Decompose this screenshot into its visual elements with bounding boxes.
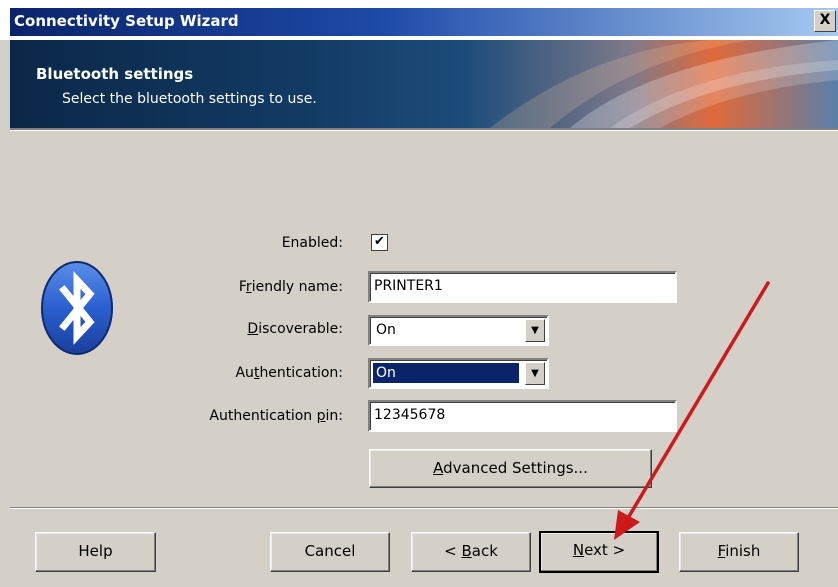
enabled-label: Enabled: <box>281 235 343 251</box>
chevron-down-icon[interactable]: ▼ <box>525 362 545 385</box>
help-button[interactable]: Help <box>35 532 156 572</box>
auth-pin-label: Authentication pin: <box>209 408 343 424</box>
discoverable-label: Discoverable: <box>247 321 343 337</box>
enabled-checkbox[interactable]: ✔ <box>371 234 388 251</box>
auth-pin-field[interactable]: 12345678 <box>368 400 677 432</box>
banner-decoration <box>490 40 838 128</box>
back-button[interactable]: < Back <box>411 532 531 572</box>
banner-title: Bluetooth settings <box>36 65 194 83</box>
discoverable-value: On <box>376 322 396 338</box>
title-bar: Connectivity Setup Wizard X <box>0 0 838 40</box>
close-button[interactable]: X <box>814 10 836 32</box>
authentication-dropdown[interactable]: On ▼ <box>368 358 549 389</box>
window-title: Connectivity Setup Wizard <box>14 12 239 30</box>
footer-divider <box>10 507 838 509</box>
header-banner: Bluetooth settings Select the bluetooth … <box>10 40 838 128</box>
friendly-name-label: Friendly name: <box>238 279 343 295</box>
cancel-button[interactable]: Cancel <box>270 532 390 572</box>
next-button[interactable]: Next > <box>539 531 659 573</box>
authentication-value: On <box>373 363 519 383</box>
finish-button[interactable]: Finish <box>679 532 799 572</box>
chevron-down-icon[interactable]: ▼ <box>525 319 545 342</box>
friendly-name-field[interactable]: PRINTER1 <box>368 271 677 303</box>
advanced-settings-button[interactable]: Advanced Settings... <box>369 449 652 488</box>
discoverable-dropdown[interactable]: On ▼ <box>368 315 549 346</box>
authentication-label: Authentication: <box>235 365 343 381</box>
banner-subtitle: Select the bluetooth settings to use. <box>62 91 317 107</box>
bluetooth-icon <box>41 261 113 355</box>
